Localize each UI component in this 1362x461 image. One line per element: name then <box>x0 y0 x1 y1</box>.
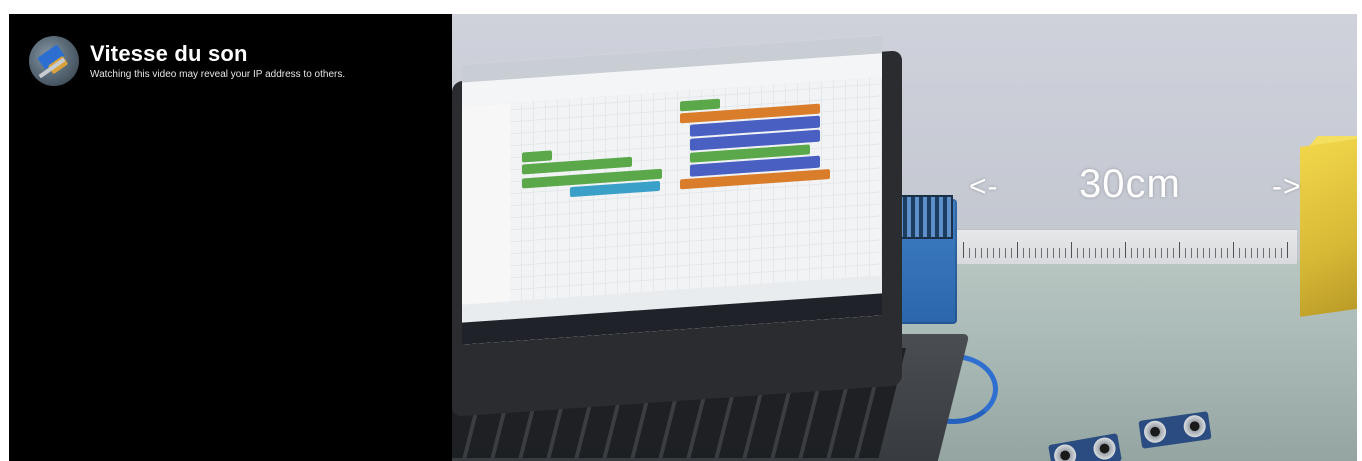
video-header: Vitesse du son Watching this video may r… <box>29 36 345 86</box>
circuit-board <box>893 195 953 239</box>
distance-label: 30cm <box>1079 162 1181 206</box>
video-player[interactable]: <- 30cm -> Vitesse du son Watching this … <box>9 14 1357 461</box>
app-sidebar <box>462 103 511 305</box>
channel-avatar-icon[interactable] <box>29 36 79 86</box>
privacy-notice: Watching this video may reveal your IP a… <box>90 68 346 80</box>
video-title[interactable]: Vitesse du son <box>90 41 345 67</box>
code-block <box>522 150 552 163</box>
code-block <box>680 98 720 112</box>
distance-arrow-right: -> <box>1272 170 1302 203</box>
block-workspace <box>510 77 882 302</box>
video-frame[interactable]: <- 30cm -> <box>452 14 1357 461</box>
ruler-major-ticks <box>963 242 1291 258</box>
distance-arrow-left: <- <box>969 170 999 203</box>
laptop-screen <box>462 35 882 345</box>
yellow-box <box>1300 137 1357 317</box>
scene-ruler <box>957 229 1297 264</box>
header-text: Vitesse du son Watching this video may r… <box>90 41 345 82</box>
